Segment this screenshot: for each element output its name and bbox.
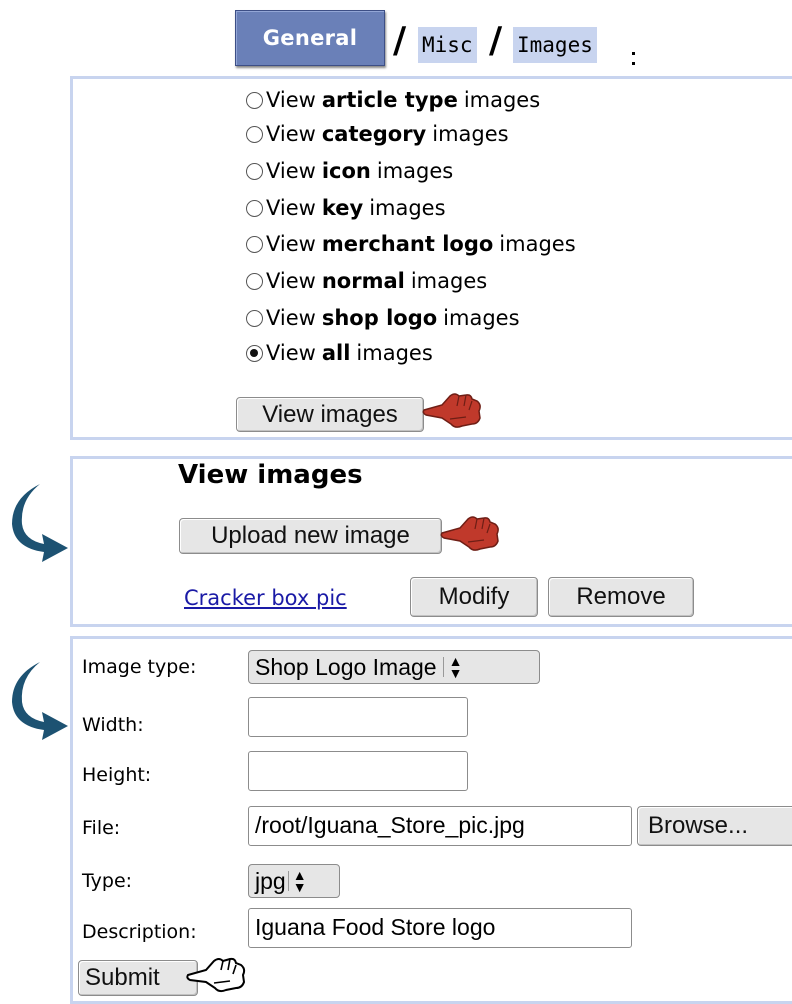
description-label: Description: xyxy=(82,921,197,943)
curved-arrow-icon xyxy=(12,484,68,562)
radio-label-prefix: View xyxy=(266,341,316,365)
radio-label-keyword: category xyxy=(321,122,427,146)
curved-arrow-icon xyxy=(12,662,68,740)
radio-option[interactable]: View merchant logo images xyxy=(246,228,576,260)
radio-button[interactable] xyxy=(246,344,263,362)
radio-label-suffix: images xyxy=(376,159,454,183)
radio-button[interactable] xyxy=(246,199,263,217)
radio-label-suffix: images xyxy=(410,269,488,293)
radio-option[interactable]: View normal images xyxy=(246,265,487,297)
radio-label-prefix: View xyxy=(266,88,316,112)
select-arrows-icon: ▲ ▼ xyxy=(292,867,307,895)
radio-label-prefix: View xyxy=(266,122,316,146)
type-label: Type: xyxy=(82,870,133,892)
radio-label-suffix: images xyxy=(443,306,520,330)
radio-option[interactable]: View all images xyxy=(246,337,433,369)
radio-button[interactable] xyxy=(246,125,263,143)
radio-option[interactable]: View category images xyxy=(246,118,509,150)
breadcrumb-misc[interactable]: Misc xyxy=(418,27,477,63)
height-field[interactable] xyxy=(248,751,468,791)
radio-option[interactable]: View icon images xyxy=(246,155,453,187)
view-images-button[interactable]: View images xyxy=(236,397,424,432)
radio-label-suffix: images xyxy=(463,88,541,112)
breadcrumb-separator: / xyxy=(489,20,503,61)
upload-new-image-button[interactable]: Upload new image xyxy=(179,518,442,554)
radio-label-suffix: images xyxy=(369,196,446,220)
file-type-select[interactable]: jpg ▲ ▼ xyxy=(248,864,340,898)
image-type-value: Shop Logo Image xyxy=(255,654,437,680)
radio-label-suffix: images xyxy=(499,232,576,256)
radio-button[interactable] xyxy=(246,235,263,253)
image-type-label: Image type: xyxy=(82,656,197,678)
breadcrumb-images[interactable]: Images xyxy=(513,27,597,63)
radio-button[interactable] xyxy=(246,162,263,180)
section-heading: View images xyxy=(178,460,363,490)
radio-label-keyword: article type xyxy=(321,88,458,112)
radio-label-prefix: View xyxy=(266,306,316,330)
tab-general[interactable]: General xyxy=(235,10,385,66)
radio-button[interactable] xyxy=(246,91,263,109)
radio-option[interactable]: View article type images xyxy=(246,84,540,116)
description-field[interactable]: Iguana Food Store logo xyxy=(248,908,632,948)
radio-label-prefix: View xyxy=(266,159,316,183)
pointing-hand-icon xyxy=(440,516,499,551)
radio-option[interactable]: View key images xyxy=(246,192,446,224)
file-type-value: jpg xyxy=(255,868,286,894)
image-type-select[interactable]: Shop Logo Image ▲ ▼ xyxy=(248,650,540,684)
radio-label-keyword: shop logo xyxy=(321,306,438,330)
width-label: Width: xyxy=(82,714,144,736)
breadcrumb-separator: / xyxy=(393,20,407,61)
width-field[interactable] xyxy=(248,697,468,737)
radio-label-suffix: images xyxy=(432,122,509,146)
file-field[interactable]: /root/Iguana_Store_pic.jpg xyxy=(248,806,632,846)
select-arrows-icon: ▲ ▼ xyxy=(448,653,463,681)
image-item-link[interactable]: Cracker box pic xyxy=(184,586,347,610)
radio-label-keyword: icon xyxy=(321,159,371,183)
breadcrumb-colon xyxy=(632,52,635,55)
radio-label-keyword: merchant logo xyxy=(321,232,494,256)
radio-label-keyword: all xyxy=(321,341,351,365)
browse-button[interactable]: Browse... xyxy=(637,806,792,846)
height-label: Height: xyxy=(82,764,152,786)
radio-label-keyword: normal xyxy=(321,269,405,293)
pointing-hand-icon xyxy=(422,393,481,428)
radio-label-prefix: View xyxy=(266,269,316,293)
modify-button[interactable]: Modify xyxy=(410,577,538,617)
submit-button[interactable]: Submit xyxy=(78,960,198,996)
remove-button[interactable]: Remove xyxy=(548,577,694,617)
pointing-hand-outline-icon xyxy=(186,957,246,993)
radio-label-prefix: View xyxy=(266,232,316,256)
radio-label-suffix: images xyxy=(356,341,433,365)
radio-label-prefix: View xyxy=(266,196,316,220)
radio-button[interactable] xyxy=(246,309,263,327)
breadcrumb-colon xyxy=(632,62,635,65)
radio-button[interactable] xyxy=(246,272,263,290)
file-label: File: xyxy=(82,817,121,839)
radio-label-keyword: key xyxy=(321,196,364,220)
radio-option[interactable]: View shop logo images xyxy=(246,302,520,334)
